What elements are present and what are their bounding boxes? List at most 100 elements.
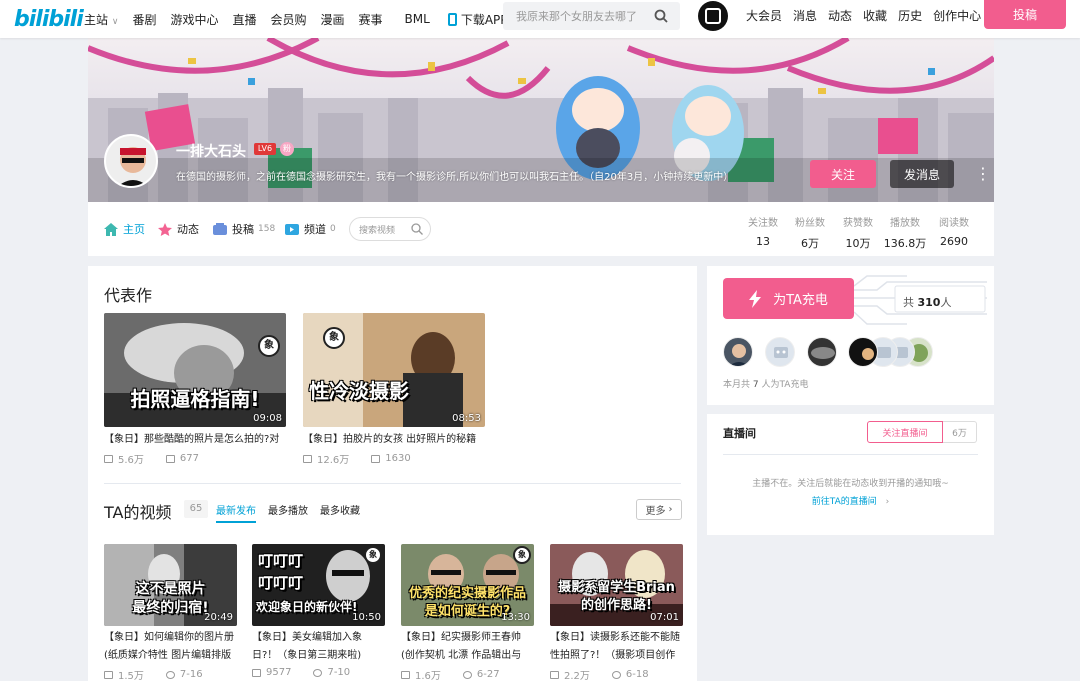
lightning-icon (749, 289, 762, 308)
charge-panel: 为TA充电 共 310人 本月共 7 人为TA充电 (707, 266, 994, 405)
nav-item-main[interactable]: 主站 ∨ (84, 11, 118, 28)
thumbnail-caption: 这不是照片 (135, 581, 206, 597)
tab-home[interactable]: 主页 (104, 202, 145, 256)
video-meta-2: 9577 7-10 (252, 667, 372, 678)
masterpiece-thumbnail-2[interactable]: 象 性冷淡摄影 08:53 (303, 313, 485, 427)
video-duration: 20:49 (204, 612, 233, 623)
sort-most-favorited[interactable]: 最多收藏 (320, 502, 360, 517)
video-search-input[interactable]: 搜索视频 (359, 223, 411, 236)
video-title-3b[interactable]: (创作契机 北漂 作品辑出与 (401, 646, 537, 665)
channel-logo-icon: 象 (323, 327, 345, 349)
channel-logo-icon: 象 (258, 335, 280, 357)
sort-most-played[interactable]: 最多播放 (268, 502, 308, 517)
search-button[interactable] (642, 2, 680, 30)
video-thumbnail-1[interactable]: 这不是照片 最终的归宿! 20:49 (104, 544, 237, 626)
follow-live-button[interactable]: 关注直播间 (867, 421, 943, 443)
supporter-avatar[interactable] (765, 337, 795, 367)
nav-item-game-center[interactable]: 游戏中心 (170, 11, 218, 28)
masterpiece-title: 代表作 (104, 286, 153, 305)
main-content-panel: 代表作 象 拍照逼格指南! 09:08 【象日】那些酷酷的照片是怎么拍的?对 5… (88, 266, 697, 681)
thumbnail-caption: 摄影系留学生Brian (558, 580, 675, 595)
video-title-1a[interactable]: 【象日】如何编辑你的图片册 (104, 628, 240, 647)
send-message-button[interactable]: 发消息 (890, 160, 954, 188)
nav-item-bangumi[interactable]: 番剧 (132, 11, 156, 28)
bilibili-logo[interactable]: bilibili (14, 7, 84, 32)
dynamic-icon (158, 222, 172, 236)
video-duration: 13:30 (501, 612, 530, 623)
go-to-live-room-link[interactable]: 前往TA的直播间 › (707, 494, 994, 507)
tab-videos[interactable]: 投稿 158 (213, 202, 275, 256)
nav-item-creator-center[interactable]: 创作中心 (933, 7, 981, 24)
nav-item-favorites[interactable]: 收藏 (863, 7, 887, 24)
charge-button[interactable]: 为TA充电 (723, 278, 854, 319)
danmaku-icon (371, 454, 381, 463)
home-icon (104, 222, 118, 236)
search-icon (411, 223, 423, 235)
nav-item-history[interactable]: 历史 (898, 7, 922, 24)
play-count-icon (550, 670, 559, 679)
clock-icon (462, 670, 472, 679)
sort-active-indicator (216, 521, 256, 523)
video-title-2b[interactable]: 日?！（象日第三期来啦) (252, 646, 388, 665)
nav-item-manga[interactable]: 漫画 (321, 11, 345, 28)
supporter-avatar[interactable] (848, 337, 878, 367)
live-room-panel: 直播间 关注直播间 6万 主播不在。关注后就能在动态收到开播的通知哦~ 前往TA… (707, 414, 994, 535)
video-thumbnail-4[interactable]: 摄影系留学生Brian 的创作思路! 07:01 (550, 544, 683, 626)
masterpiece-title-1[interactable]: 【象日】那些酷酷的照片是怎么拍的?对 (104, 430, 288, 449)
video-title-1b[interactable]: (纸质媒介特性 图片编辑排版 (104, 646, 240, 665)
nav-item-bml[interactable]: BML (405, 12, 430, 26)
search-icon (654, 9, 668, 23)
supporter-avatar[interactable] (723, 337, 753, 367)
sort-latest[interactable]: 最新发布 (216, 502, 256, 517)
download-app-link[interactable]: 下载APP (447, 11, 508, 28)
video-thumbnail-2[interactable]: 象 叮叮叮 叮叮叮 欢迎象日的新伙伴! 10:50 (252, 544, 385, 626)
stat-reads: 阅读数 2690 (939, 218, 969, 248)
video-duration: 08:53 (452, 413, 481, 424)
thumbnail-caption: 性冷淡摄影 (309, 379, 409, 403)
video-thumbnail-3[interactable]: 象 优秀的纪实摄影作品 是如何诞生的? 13:30 (401, 544, 534, 626)
video-icon (213, 222, 227, 235)
profile-name: 一排大石头 (176, 144, 246, 160)
more-videos-button[interactable]: 更多 › (636, 499, 682, 520)
play-count-icon (303, 454, 312, 463)
video-meta-4: 2.2万 6-18 (550, 667, 671, 681)
profile-tabbar: 主页 动态 投稿 158 频道 0 搜索视频 关注数 13 粉丝数 6万 获赞数 10万 … (88, 202, 994, 256)
video-meta-3: 1.6万 6-27 (401, 667, 522, 681)
video-search-field[interactable]: 搜索视频 (349, 217, 431, 241)
tab-channel[interactable]: 频道 0 (285, 202, 336, 256)
main-nav: 主站 ∨ 番剧 游戏中心 直播 会员购 漫画 赛事 BML 下载APP (84, 0, 522, 38)
nav-item-mall[interactable]: 会员购 (270, 11, 306, 28)
play-count-icon (401, 670, 410, 679)
nav-item-esports[interactable]: 赛事 (359, 11, 383, 28)
phone-icon (447, 12, 457, 26)
nav-item-live[interactable]: 直播 (232, 11, 256, 28)
thumbnail-caption: 拍照逼格指南! (130, 387, 260, 411)
video-title-4a[interactable]: 【象日】读摄影系还能不能随 (550, 628, 686, 647)
level-badge: LV6 (254, 143, 276, 155)
nav-item-messages[interactable]: 消息 (793, 7, 817, 24)
clock-icon (313, 668, 323, 677)
play-count-icon (104, 670, 113, 679)
user-avatar[interactable] (698, 1, 728, 31)
follow-button[interactable]: 关注 (810, 160, 876, 188)
clock-icon (165, 670, 175, 679)
masterpiece-title-2[interactable]: 【象日】拍胶片的女孩 出好照片的秘籍 (303, 430, 487, 449)
video-title-3a[interactable]: 【象日】纪实摄影师王春帅 (401, 628, 537, 647)
more-options-icon[interactable]: ⋮ (975, 164, 991, 184)
video-title-4b[interactable]: 性拍照了?！（摄影项目创作 (550, 646, 686, 665)
video-meta-1: 1.5万 7-16 (104, 667, 225, 681)
play-count-icon (252, 668, 261, 677)
nav-item-vip[interactable]: 大会员 (746, 7, 782, 24)
supporter-avatar[interactable] (807, 337, 837, 367)
charge-total: 共 310人 (903, 296, 952, 309)
masterpiece-meta-1: 5.6万 677 (104, 451, 221, 466)
video-duration: 09:08 (253, 413, 282, 424)
search-input[interactable]: 我原来那个女朋友去哪了 (516, 8, 646, 24)
masterpiece-thumbnail-1[interactable]: 象 拍照逼格指南! 09:08 (104, 313, 286, 427)
chevron-right-icon: › (885, 497, 890, 507)
tab-dynamic[interactable]: 动态 (158, 202, 199, 256)
video-title-2a[interactable]: 【象日】美女编辑加入象 (252, 628, 388, 647)
upload-button[interactable]: 投稿 (984, 0, 1066, 29)
profile-avatar[interactable] (104, 134, 158, 188)
nav-item-dynamics[interactable]: 动态 (828, 7, 852, 24)
